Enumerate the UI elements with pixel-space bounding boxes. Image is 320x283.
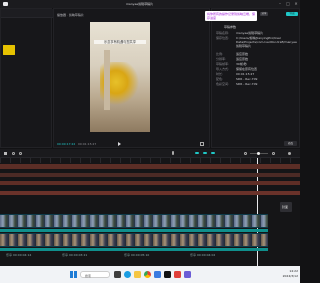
maximize-button[interactable]: □ [284,0,292,8]
cover-button[interactable]: 封面 [280,202,292,212]
explorer-icon[interactable] [134,271,141,278]
redo-icon[interactable] [19,152,22,155]
clip-label: 乐享 00:00:04:14 [6,253,32,257]
minimize-button[interactable]: – [276,0,284,8]
undo-icon[interactable] [12,152,15,155]
video-preview[interactable]: 乐意享有机遇与您共享 [90,22,150,132]
time-total: 00:01:15:27 [78,142,97,146]
zoom-slider-handle[interactable] [257,152,260,155]
media-panel [0,8,53,148]
windows-start-icon[interactable] [70,271,77,278]
cover-label: 封面 [282,205,289,209]
draft-rows: 草稿名称: manyee剪辑草稿片 保存位置: C:/Users/剪映/Jian… [216,31,299,87]
timeline-ruler [0,158,300,163]
fullscreen-icon[interactable] [200,142,204,146]
draft-row-value: C:/Users/剪映/JianyingPro/User Data/Projec… [236,36,297,48]
audio-strip-1[interactable] [0,229,268,232]
subtitle-track[interactable] [0,164,300,169]
media-panel-header [1,9,53,18]
draft-row-value: 适应原始 [236,57,249,61]
draft-row-label: 色彩空间: [216,82,230,86]
draft-row-colorspace: 色彩空间: SDR - Rec.709 [216,82,299,87]
draft-row-value: 30帧/秒 [236,62,247,66]
draft-row-value: 适应原始 [236,52,249,56]
app-logo-icon [3,2,8,6]
cursor-tool-icon[interactable] [4,152,7,155]
player-title: 播放器 · 剪映草稿片 [57,13,84,17]
store-icon[interactable] [154,271,161,278]
taskbar: 搜索 14:22 2024/3/12 [0,266,300,283]
timeline: 封面 乐享 00:00:04:14 乐享 00:00:03:21 乐享 00:0… [0,158,300,266]
draft-row-label: 配色: [216,77,224,81]
draft-row-value: 保留在原有位置 [236,67,258,71]
taskview-icon[interactable] [114,271,121,278]
draft-panel: 将你所有的操作记录到剪映云端，保存进度 分享 导出 草稿参数 草稿名称: man… [205,8,300,148]
snap-icon[interactable] [203,152,207,154]
tooltip-text: 将你所有的操作记录到剪映云端，保存进度 [207,12,255,20]
clip-label: 乐享 00:00:04:02 [190,253,216,257]
draft-row-path: 保存位置: C:/Users/剪映/JianyingPro/User Data/… [216,36,299,52]
effect-track-1[interactable] [0,173,300,177]
audio-strip-2[interactable] [0,248,268,251]
video-caption: 乐意享有机遇与您共享 [94,40,146,44]
chrome-icon[interactable] [144,271,151,278]
share-button[interactable]: 分享 [260,12,268,16]
export-button[interactable]: 导出 [286,12,298,16]
player-panel: 播放器 · 剪映草稿片 乐意享有机遇与您共享 00:00:17:22 00:01… [53,8,210,148]
clock-date: 2024/3/12 [282,274,298,278]
zoom-slider[interactable] [250,152,268,155]
clock-time: 14:22 [289,269,298,273]
title-bar: manyee剪辑草稿片 – □ ✕ [0,0,300,8]
draft-row-label: 比例: [216,52,224,56]
draft-row-label: 保存位置: [216,36,230,40]
capcut-icon[interactable] [164,271,171,278]
clip-label: 乐享 00:00:05:10 [124,253,150,257]
tooltip-box: 将你所有的操作记录到剪映云端，保存进度 [205,11,257,21]
close-button[interactable]: ✕ [292,0,300,8]
app-icon[interactable] [184,271,191,278]
settings-icon[interactable] [288,152,291,155]
link-icon[interactable] [195,152,199,154]
effect-track-3[interactable] [0,191,300,195]
play-icon[interactable] [118,142,121,146]
vase-decoration [104,50,110,110]
zoom-out-icon[interactable] [244,152,247,155]
search-placeholder: 搜索 [85,273,92,278]
draft-row-label: 草稿名称: [216,31,230,35]
draft-row-label: 导入方式: [216,67,230,71]
preview-axis-icon[interactable] [211,152,215,154]
draft-row-label: 时长: [216,72,224,76]
effect-track-2[interactable] [0,181,300,185]
clip-label: 乐享 00:00:03:21 [62,253,88,257]
draft-row-label: 分辨率: [216,57,227,61]
secondary-video-track[interactable] [0,233,268,247]
app-icon[interactable] [174,271,181,278]
draft-row-value: SDR - Rec.709 [236,82,258,86]
draft-row-label: 草稿帧率: [216,62,230,66]
main-video-track[interactable] [0,214,268,228]
mic-icon[interactable] [172,151,174,155]
edge-icon[interactable] [124,271,131,278]
video-clip[interactable] [0,215,268,227]
modify-button[interactable]: 修改 [284,141,297,146]
timeline-toolbar [0,149,300,158]
draft-row-value: 00:01:15:27 [236,72,255,76]
time-current: 00:00:17:22 [57,142,76,146]
draft-row-value: manyee剪辑草稿片 [236,31,264,35]
zoom-in-icon[interactable] [272,152,275,155]
app-title: manyee剪辑草稿片 [126,2,154,6]
draft-panel-title: 草稿参数 [224,25,237,29]
video-clip[interactable] [0,234,268,246]
media-thumbnail[interactable] [3,45,15,55]
draft-row-value: SDR - Rec.709 [236,77,258,81]
search-box[interactable]: 搜索 [80,271,110,278]
